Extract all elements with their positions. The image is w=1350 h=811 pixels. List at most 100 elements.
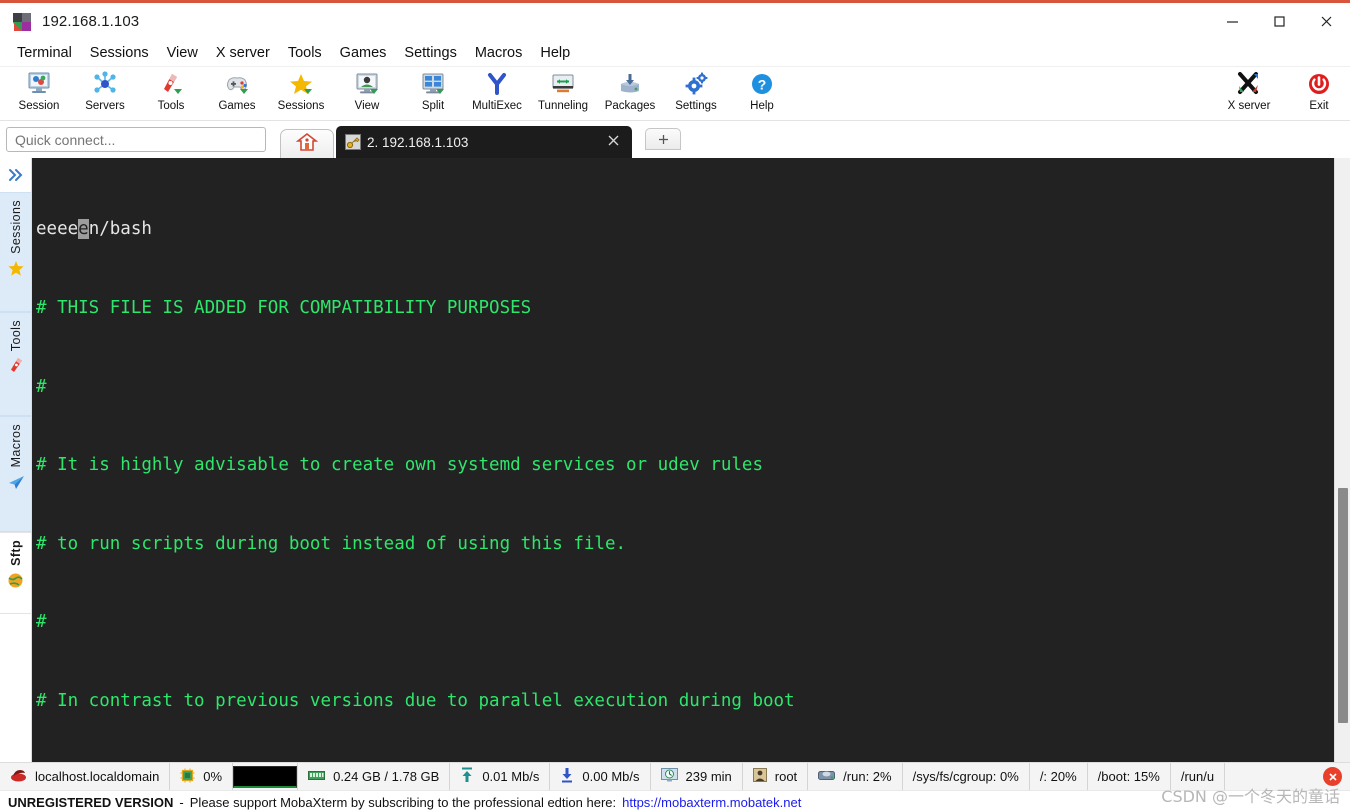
- terminal-line: #: [36, 612, 47, 633]
- toolbar-label: Help: [750, 100, 774, 112]
- toolbar-button-help[interactable]: ? Help: [729, 69, 795, 120]
- status-disk-boot-label: /boot: 15%: [1097, 769, 1160, 784]
- status-cpu[interactable]: 0%: [170, 763, 234, 790]
- menu-sessions[interactable]: Sessions: [81, 42, 158, 64]
- terminal-tab-close-icon[interactable]: [607, 134, 620, 151]
- mobaxterm-window: 192.168.1.103 Terminal Sessions View X s…: [0, 0, 1350, 811]
- status-user[interactable]: root: [743, 763, 809, 790]
- toolbar-button-settings[interactable]: Settings: [663, 69, 729, 120]
- menu-terminal[interactable]: Terminal: [8, 42, 81, 64]
- svg-text:?: ?: [758, 77, 767, 93]
- toolbar-label: X server: [1227, 100, 1271, 112]
- terminal-line: #: [36, 376, 47, 397]
- paper-plane-icon: [7, 473, 25, 491]
- dock-item-tools[interactable]: Tools: [0, 312, 31, 416]
- menu-view[interactable]: View: [158, 42, 207, 64]
- close-button[interactable]: [1303, 3, 1350, 40]
- terminal-key-icon: [345, 134, 361, 150]
- chevron-double-right-icon[interactable]: [0, 158, 31, 192]
- dock-item-label: Macros: [8, 424, 23, 468]
- footer-dash: -: [179, 795, 184, 810]
- window-title: 192.168.1.103: [42, 13, 140, 30]
- toolbar-button-view[interactable]: View: [334, 69, 400, 120]
- toolbar-button-xserver[interactable]: X server: [1216, 69, 1282, 120]
- title-bar: 192.168.1.103: [0, 3, 1350, 40]
- cpu-icon: [180, 768, 195, 786]
- dock-item-sftp[interactable]: Sftp: [0, 532, 31, 614]
- globe-icon: [7, 572, 24, 590]
- footer-link[interactable]: https://mobaxterm.mobatek.net: [622, 795, 801, 810]
- terminal-line-0: eeeeen/bash: [36, 216, 1334, 242]
- toolbar: Session Servers Tools Games Sessions Vie…: [0, 67, 1350, 121]
- terminal-tab-active[interactable]: 2. 192.168.1.103: [336, 126, 632, 158]
- footer-message: Please support MobaXterm by subscribing …: [189, 795, 617, 810]
- status-memory-label: 0.24 GB / 1.78 GB: [333, 769, 440, 784]
- status-disk-root[interactable]: /: 20%: [1030, 763, 1088, 790]
- packages-icon: [616, 69, 644, 99]
- redhat-icon: [10, 768, 27, 786]
- terminal-scrollbar-thumb[interactable]: [1338, 488, 1348, 723]
- terminal-line: # to run scripts during boot instead of …: [36, 533, 627, 554]
- toolbar-button-multiexec[interactable]: MultiExec: [464, 69, 530, 120]
- home-icon: [295, 132, 319, 157]
- menu-settings[interactable]: Settings: [395, 42, 465, 64]
- tunneling-icon: [549, 69, 577, 99]
- toolbar-label: View: [354, 100, 380, 112]
- terminal-scrollbar[interactable]: [1334, 158, 1350, 762]
- minimize-button[interactable]: [1209, 3, 1256, 40]
- menu-help[interactable]: Help: [531, 42, 579, 64]
- quick-connect-input[interactable]: [6, 127, 266, 152]
- upload-icon: [460, 767, 474, 786]
- status-disk-root-label: /: 20%: [1039, 769, 1077, 784]
- toolbar-label: Session: [18, 100, 60, 112]
- toolbar-label: Exit: [1309, 100, 1329, 112]
- menu-games[interactable]: Games: [331, 42, 396, 64]
- maximize-button[interactable]: [1256, 3, 1303, 40]
- new-tab-button[interactable]: [645, 128, 681, 150]
- ram-icon: [308, 769, 326, 785]
- menu-macros[interactable]: Macros: [466, 42, 532, 64]
- status-disk-cgroup[interactable]: /sys/fs/cgroup: 0%: [903, 763, 1030, 790]
- status-host-label: localhost.localdomain: [35, 769, 160, 784]
- toolbar-button-exit[interactable]: Exit: [1286, 69, 1350, 120]
- status-host[interactable]: localhost.localdomain: [0, 763, 171, 790]
- home-tab[interactable]: [280, 129, 334, 158]
- toolbar-button-session[interactable]: Session: [6, 69, 72, 120]
- split-icon: [419, 69, 447, 99]
- dock-item-sessions[interactable]: Sessions: [0, 192, 31, 312]
- dock-item-macros[interactable]: Macros: [0, 416, 31, 532]
- toolbar-button-games[interactable]: Games: [204, 69, 270, 120]
- toolbar-button-split[interactable]: Split: [400, 69, 466, 120]
- menu-tools[interactable]: Tools: [279, 42, 331, 64]
- toolbar-button-servers[interactable]: Servers: [72, 69, 138, 120]
- status-disk-run[interactable]: /run: 2%: [808, 763, 903, 790]
- menu-xserver[interactable]: X server: [207, 42, 279, 64]
- status-cpu-graph[interactable]: [233, 763, 299, 790]
- toolbar-button-tunneling[interactable]: Tunneling: [530, 69, 596, 120]
- status-memory[interactable]: 0.24 GB / 1.78 GB: [298, 763, 451, 790]
- toolbar-button-tools[interactable]: Tools: [138, 69, 204, 120]
- sessions-star-icon: [287, 69, 315, 99]
- terminal-pane[interactable]: eeeeen/bash # THIS FILE IS ADDED FOR COM…: [32, 158, 1334, 762]
- status-uptime[interactable]: 239 min: [651, 763, 743, 790]
- status-upload[interactable]: 0.01 Mb/s: [450, 763, 551, 790]
- mobaxterm-logo-icon: [12, 12, 32, 32]
- status-disk-boot[interactable]: /boot: 15%: [1088, 763, 1171, 790]
- knife-icon: [7, 357, 25, 375]
- settings-gear-icon: [682, 69, 710, 99]
- status-upload-label: 0.01 Mb/s: [482, 769, 540, 784]
- terminal-cursor: e: [78, 219, 89, 240]
- toolbar-button-sessions[interactable]: Sessions: [268, 69, 334, 120]
- games-icon: [223, 69, 251, 99]
- terminal-line-prefix: eeee: [36, 219, 79, 240]
- status-close-icon[interactable]: [1323, 767, 1342, 786]
- toolbar-label: MultiExec: [472, 100, 522, 112]
- status-disk-runuser[interactable]: /run/u: [1171, 763, 1226, 790]
- window-controls: [1209, 3, 1350, 40]
- terminal-line-suffix: n/bash: [88, 219, 152, 240]
- status-download[interactable]: 0.00 Mb/s: [550, 763, 651, 790]
- terminal-content: eeeeen/bash # THIS FILE IS ADDED FOR COM…: [32, 158, 1334, 762]
- toolbar-label: Packages: [604, 100, 656, 112]
- status-disk-runuser-label: /run/u: [1180, 769, 1215, 784]
- toolbar-button-packages[interactable]: Packages: [597, 69, 663, 120]
